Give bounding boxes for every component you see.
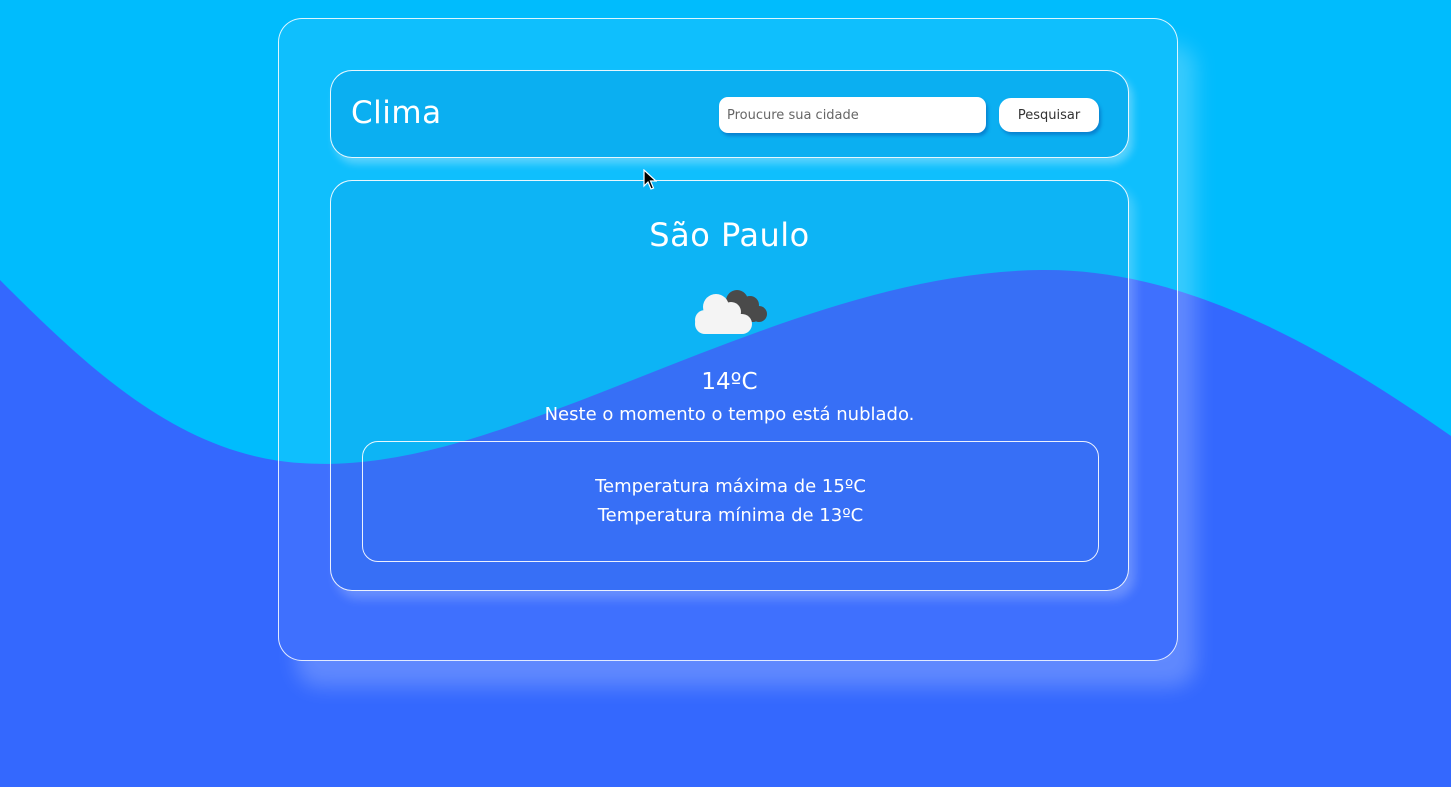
min-temperature: Temperatura mínima de 13ºC (597, 505, 864, 526)
app-title: Clima (351, 95, 442, 131)
mouse-cursor-icon (643, 169, 657, 190)
city-name: São Paulo (649, 216, 810, 254)
search-button[interactable]: Pesquisar (999, 98, 1099, 132)
search-input[interactable] (719, 97, 986, 133)
weather-description: Neste o momento o tempo está nublado. (544, 404, 915, 425)
header-card: Clima Pesquisar (330, 70, 1129, 158)
min-max-box: Temperatura máxima de 15ºC Temperatura m… (362, 441, 1099, 562)
weather-card: São Paulo 14ºC Neste o momento o tempo e… (330, 180, 1129, 591)
temperature: 14ºC (701, 369, 758, 395)
max-temperature: Temperatura máxima de 15ºC (595, 476, 866, 497)
cloudy-icon (695, 290, 767, 334)
